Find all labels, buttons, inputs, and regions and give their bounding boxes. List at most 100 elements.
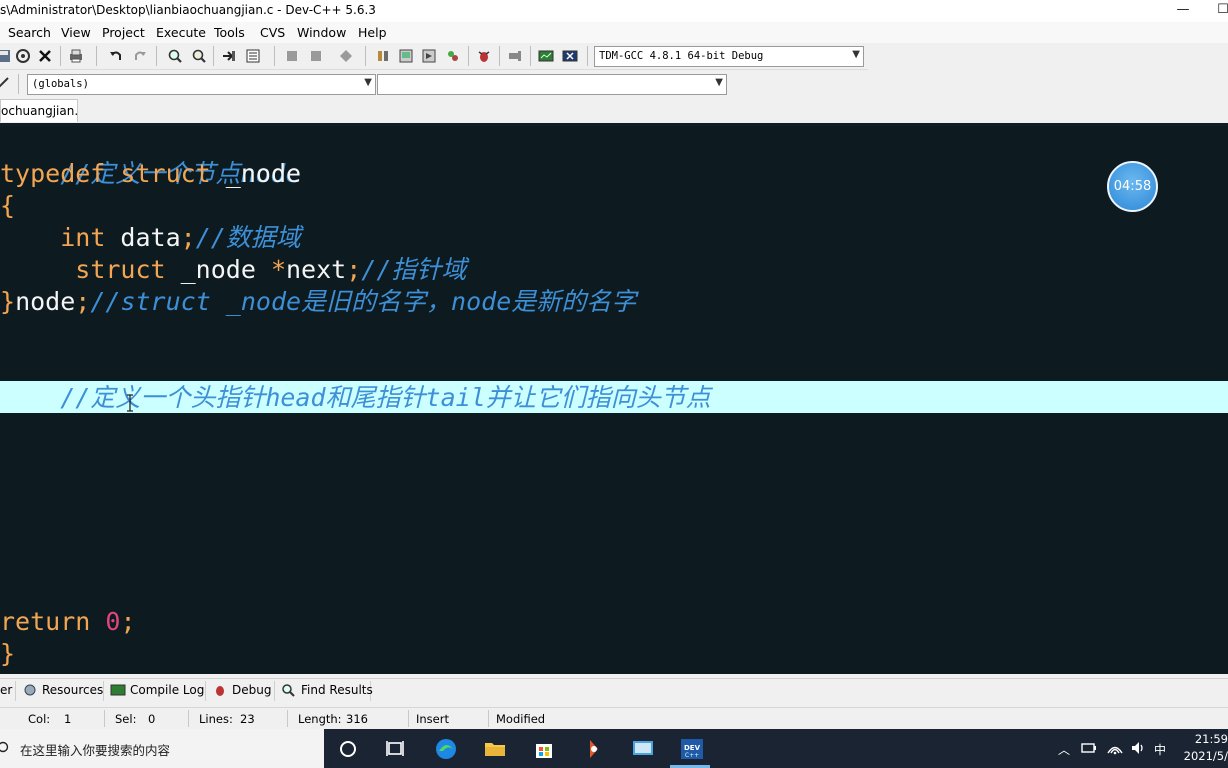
editor-tabs: ochuangjian.c <box>0 98 1228 123</box>
function-select[interactable]: ▼ <box>377 74 727 95</box>
stop-execution-icon[interactable] <box>507 48 523 64</box>
taskbar-search-box[interactable]: 在这里输入你要搜索的内容 <box>0 729 324 768</box>
bookmark-icon[interactable] <box>245 48 261 64</box>
find-icon[interactable] <box>167 48 183 64</box>
file-explorer-icon[interactable] <box>483 737 507 761</box>
tab-label: Compile Log <box>130 683 205 697</box>
save-all-icon[interactable] <box>15 48 31 64</box>
tab-resources[interactable]: Resources <box>22 681 104 701</box>
code-keyword: struct <box>75 255 166 284</box>
svg-text:DEV: DEV <box>684 744 701 752</box>
status-separator <box>408 710 409 727</box>
store-icon[interactable] <box>532 737 556 761</box>
battery-icon[interactable] <box>1080 739 1098 757</box>
goto-line-icon[interactable] <box>221 48 237 64</box>
tab-compiler[interactable]: er <box>0 681 16 701</box>
menu-bar: Search View Project Execute Tools CVS Wi… <box>0 22 1228 43</box>
menu-view[interactable]: View <box>61 25 91 40</box>
taskbar-clock[interactable]: 21:59 2021/5/ <box>1178 731 1228 765</box>
indent-icon[interactable] <box>284 48 300 64</box>
compile-icon[interactable] <box>375 48 391 64</box>
status-lines-value: 23 <box>240 712 255 726</box>
save-icon[interactable] <box>0 48 12 64</box>
code-text: data <box>105 223 181 252</box>
chevron-up-icon[interactable]: ︿ <box>1058 741 1070 758</box>
menu-project[interactable]: Project <box>102 25 145 40</box>
class-toolbar: (globals) ▼ ▼ <box>0 71 730 98</box>
code-line: typedef struct _node <box>0 158 301 190</box>
rebuild-icon[interactable] <box>445 48 461 64</box>
debug-icon <box>216 686 224 696</box>
tab-find-results[interactable]: Find Results <box>281 681 373 701</box>
status-separator <box>104 710 105 727</box>
close-file-icon[interactable] <box>37 48 53 64</box>
profile-icon[interactable] <box>538 48 554 64</box>
code-semicolon: ; <box>180 223 196 252</box>
chevron-down-icon: ▼ <box>852 49 860 60</box>
menu-window[interactable]: Window <box>297 25 346 40</box>
toggle-comment-icon[interactable] <box>338 48 354 64</box>
ime-indicator[interactable]: 中 <box>1154 741 1166 758</box>
code-editor[interactable]: //定义一个节点node typedef struct _node { int … <box>0 123 1228 674</box>
tab-compile-log[interactable]: Compile Log <box>110 681 206 701</box>
cortana-icon[interactable] <box>336 737 360 761</box>
status-col-value: 1 <box>64 712 72 726</box>
dev-cpp-icon[interactable]: DEVC++ <box>680 737 704 761</box>
clock-date: 2021/5/ <box>1183 749 1228 763</box>
delete-profile-icon[interactable] <box>562 48 578 64</box>
code-line: }node;//struct _node是旧的名字，node是新的名字 <box>0 286 636 318</box>
toolbar-separator <box>530 46 531 66</box>
status-col-label: Col: <box>28 712 51 726</box>
status-lines-label: Lines: <box>199 712 233 726</box>
minimize-button[interactable]: — <box>1163 0 1203 22</box>
menu-tools[interactable]: Tools <box>214 25 245 40</box>
title-bar: s\Administrator\Desktop\lianbiaochuangji… <box>0 0 1228 22</box>
run-icon[interactable] <box>398 48 414 64</box>
remote-desktop-icon[interactable] <box>631 737 655 761</box>
media-app-icon[interactable] <box>582 737 606 761</box>
wifi-icon[interactable] <box>1106 739 1124 757</box>
toolbar-separator <box>18 74 19 94</box>
toolbar-separator <box>96 46 97 66</box>
status-separator <box>488 710 489 727</box>
redo-icon[interactable] <box>132 48 148 64</box>
toolbar-separator <box>213 46 214 66</box>
task-view-icon[interactable] <box>384 737 408 761</box>
tab-label: er <box>0 683 13 697</box>
find-icon <box>282 684 295 697</box>
undo-icon[interactable] <box>108 48 124 64</box>
taskbar-apps: DEV C++ ︿ 中 21:59 2021/5/ <box>324 729 1228 768</box>
code-comment: //指针域 <box>361 255 467 284</box>
edge-browser-icon[interactable] <box>434 737 458 761</box>
code-text: next <box>286 255 347 284</box>
compile-run-icon[interactable] <box>421 48 437 64</box>
tab-label: ochuangjian.c <box>1 104 78 118</box>
menu-search[interactable]: Search <box>8 25 51 40</box>
menu-execute[interactable]: Execute <box>156 25 206 40</box>
replace-icon[interactable] <box>191 48 207 64</box>
debug-icon[interactable] <box>476 48 492 64</box>
code-keyword: int <box>60 223 106 252</box>
print-icon[interactable] <box>68 48 84 64</box>
tab-lianbiaochuangjian[interactable]: ochuangjian.c <box>0 99 78 122</box>
code-line: { <box>0 190 15 222</box>
menu-help[interactable]: Help <box>358 25 387 40</box>
windows-taskbar: 在这里输入你要搜索的内容 DEV C++ ︿ 中 21:59 2021/5/ <box>0 729 1228 768</box>
class-browser-icon[interactable] <box>0 76 10 92</box>
window-title: s\Administrator\Desktop\lianbiaochuangji… <box>0 3 376 17</box>
unindent-icon[interactable] <box>308 48 324 64</box>
tab-debug[interactable]: Debug <box>212 681 275 701</box>
scope-select[interactable]: (globals) ▼ <box>27 74 376 95</box>
code-text: _node <box>210 159 302 188</box>
compiler-select[interactable]: TDM-GCC 4.8.1 64-bit Debug ▼ <box>594 46 864 67</box>
code-keyword: struct <box>120 159 211 188</box>
toolbar-separator <box>156 46 157 66</box>
volume-icon[interactable] <box>1130 739 1148 757</box>
maximize-button[interactable]: ☐ <box>1203 0 1228 22</box>
tab-label: Resources <box>42 683 104 697</box>
menu-cvs[interactable]: CVS <box>260 25 285 40</box>
code-semicolon: ; <box>346 255 362 284</box>
status-bar: Col: 1 Sel: 0 Lines: 23 Length: 316 Inse… <box>0 707 1228 729</box>
